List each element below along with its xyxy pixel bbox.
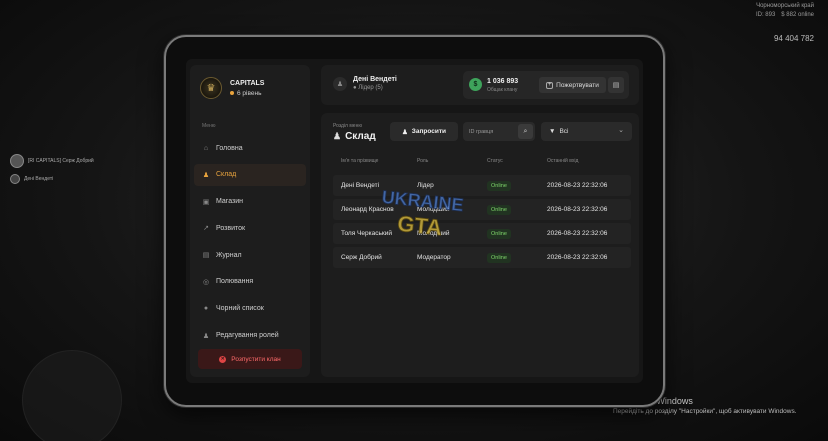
status-badge: Online — [487, 228, 511, 239]
role-filter-select[interactable]: ▼ Всі ⌄ — [541, 122, 632, 141]
status-badge: Online — [487, 252, 511, 263]
filter-value: Всі — [559, 128, 569, 135]
breadcrumb: Розділ меню — [333, 123, 363, 129]
windows-activation-subtitle: Перейдіть до розділу "Настройки", щоб ак… — [613, 408, 797, 415]
people-icon: ♟ — [202, 171, 210, 179]
shop-icon: ▣ — [202, 198, 210, 206]
level-dot-icon — [230, 91, 234, 95]
chat-avatar — [10, 154, 24, 168]
hud-stat-a: ID: 893 — [755, 12, 776, 18]
sidebar: ♛ CAPITALS 6 рівень Меню ⌂ Головна ♟ Склад… — [190, 65, 310, 377]
chat-avatar — [10, 174, 20, 184]
invite-button[interactable]: ♟ Запросити — [390, 122, 458, 141]
hud-stat-b: $ 882 online — [781, 12, 814, 18]
user-name: Дені Вендеті — [353, 76, 397, 83]
member-name: Толя Черкаський — [341, 230, 392, 237]
chat-line: Дені Вендеті — [24, 176, 54, 182]
member-role: Молодший — [417, 206, 450, 213]
member-name: Серж Добрий — [341, 254, 382, 261]
chevron-down-icon: ⌄ — [618, 127, 624, 134]
column-header: Роль — [417, 158, 429, 164]
table-row[interactable]: Леонард Краснов Молодший Online 2026-08-… — [333, 199, 631, 220]
history-icon[interactable]: ▤ — [608, 77, 624, 93]
members-table: Дені Вендеті Лідер Online 2026-08-23 22:… — [333, 175, 631, 271]
minimap — [22, 350, 122, 441]
clan-level: 6 рівень — [230, 90, 264, 97]
game-chat: [RI CAPITALS] Серж Добрий Дені Вендеті — [10, 154, 94, 190]
sidebar-item-warehouse[interactable]: ♟ Склад — [194, 163, 306, 186]
add-user-icon: ♟ — [401, 128, 408, 136]
sidebar-item-blacklist[interactable]: ● Чорний список — [194, 298, 306, 320]
member-name: Леонард Краснов — [341, 206, 394, 213]
user-edit-icon: ♟ — [202, 332, 210, 340]
donate-button[interactable]: + Пожертвувати — [539, 77, 606, 93]
tablet-frame: ♛ CAPITALS 6 рівень Меню ⌂ Головна ♟ Склад… — [164, 35, 665, 407]
clan-header: ♛ CAPITALS 6 рівень — [200, 77, 264, 99]
hud-money: 94 404 782 — [773, 34, 814, 43]
plus-icon: + — [546, 81, 554, 89]
blacklist-icon: ● — [203, 305, 209, 313]
main-panel: Розділ меню ♟Склад ♟Запросити ⌕ ▼ Всі ⌄ … — [321, 113, 639, 377]
dollar-icon: $ — [469, 78, 482, 91]
top-bar: ♟ Дені Вендеті ● Лідер (5) $ 1 036 893 О… — [321, 65, 639, 105]
member-last-login: 2026-08-23 22:32:06 — [547, 206, 608, 213]
table-row[interactable]: Серж Добрий Модератор Online 2026-08-23 … — [333, 247, 631, 268]
close-circle-icon: ✕ — [219, 355, 227, 363]
menu-caption: Меню — [202, 123, 216, 129]
journal-icon: ▤ — [202, 252, 210, 260]
table-row[interactable]: Толя Черкаський Молодший Online 2026-08-… — [333, 223, 631, 244]
user-avatar-icon: ♟ — [333, 76, 347, 91]
filter-icon: ▼ — [549, 128, 556, 135]
table-header: Ім'я та прізвище Роль Статус Останній вх… — [333, 158, 631, 164]
disband-clan-button[interactable]: ✕ Розпустити клан — [198, 349, 302, 369]
clan-logo-icon: ♛ — [200, 77, 222, 99]
member-role: Молодший — [417, 230, 450, 237]
member-role: Лідер — [417, 182, 434, 189]
balance-caption: Общак клану — [487, 87, 518, 93]
player-id-input[interactable] — [469, 126, 517, 137]
member-role: Модератор — [417, 254, 451, 261]
balance-amount: 1 036 893 — [487, 78, 519, 85]
member-last-login: 2026-08-23 22:32:06 — [547, 182, 608, 189]
column-header: Ім'я та прізвище — [341, 158, 379, 164]
table-row[interactable]: Дені Вендеті Лідер Online 2026-08-23 22:… — [333, 175, 631, 196]
status-badge: Online — [487, 204, 511, 215]
column-header: Статус — [487, 158, 503, 164]
member-last-login: 2026-08-23 22:32:06 — [547, 230, 608, 237]
status-badge: Online — [487, 180, 511, 191]
sidebar-item-hunting[interactable]: ◎ Полювання — [194, 271, 306, 293]
people-icon: ♟ — [333, 131, 342, 141]
target-icon: ◎ — [202, 278, 210, 286]
sidebar-item-home[interactable]: ⌂ Головна — [194, 137, 306, 159]
current-user: ♟ Дені Вендеті ● Лідер (5) — [333, 76, 397, 91]
sidebar-item-edit-roles[interactable]: ♟ Редагування ролей — [194, 325, 306, 347]
page-title: ♟ Склад — [333, 131, 376, 142]
member-last-login: 2026-08-23 22:32:06 — [547, 254, 608, 261]
search-box: ⌕ — [463, 122, 535, 141]
chat-line: [RI CAPITALS] Серж Добрий — [28, 158, 94, 164]
chart-icon: ↗ — [203, 225, 209, 233]
member-name: Дені Вендеті — [341, 182, 380, 189]
home-icon: ⌂ — [203, 144, 209, 152]
clan-name: CAPITALS — [230, 79, 265, 87]
user-rank: ● Лідер (5) — [353, 85, 383, 91]
clan-balance: $ 1 036 893 Общак клану + Пожертвувати ▤ — [463, 71, 629, 99]
sidebar-menu: ⌂ Головна ♟ Склад ▣ Магазин ↗ Розвиток ▤ Журн… — [194, 137, 306, 351]
server-label: Чорноморський край — [756, 3, 814, 9]
column-header: Останній вхід — [547, 158, 579, 164]
sidebar-item-development[interactable]: ↗ Розвиток — [194, 217, 306, 239]
tablet-screen: ♛ CAPITALS 6 рівень Меню ⌂ Головна ♟ Склад… — [186, 59, 643, 383]
sidebar-item-shop[interactable]: ▣ Магазин — [194, 191, 306, 213]
sidebar-item-journal[interactable]: ▤ Журнал — [194, 244, 306, 266]
search-icon[interactable]: ⌕ — [518, 124, 533, 139]
game-hud-top-right: Чорноморський край ID: 893 $ 882 online 9… — [694, 0, 814, 43]
